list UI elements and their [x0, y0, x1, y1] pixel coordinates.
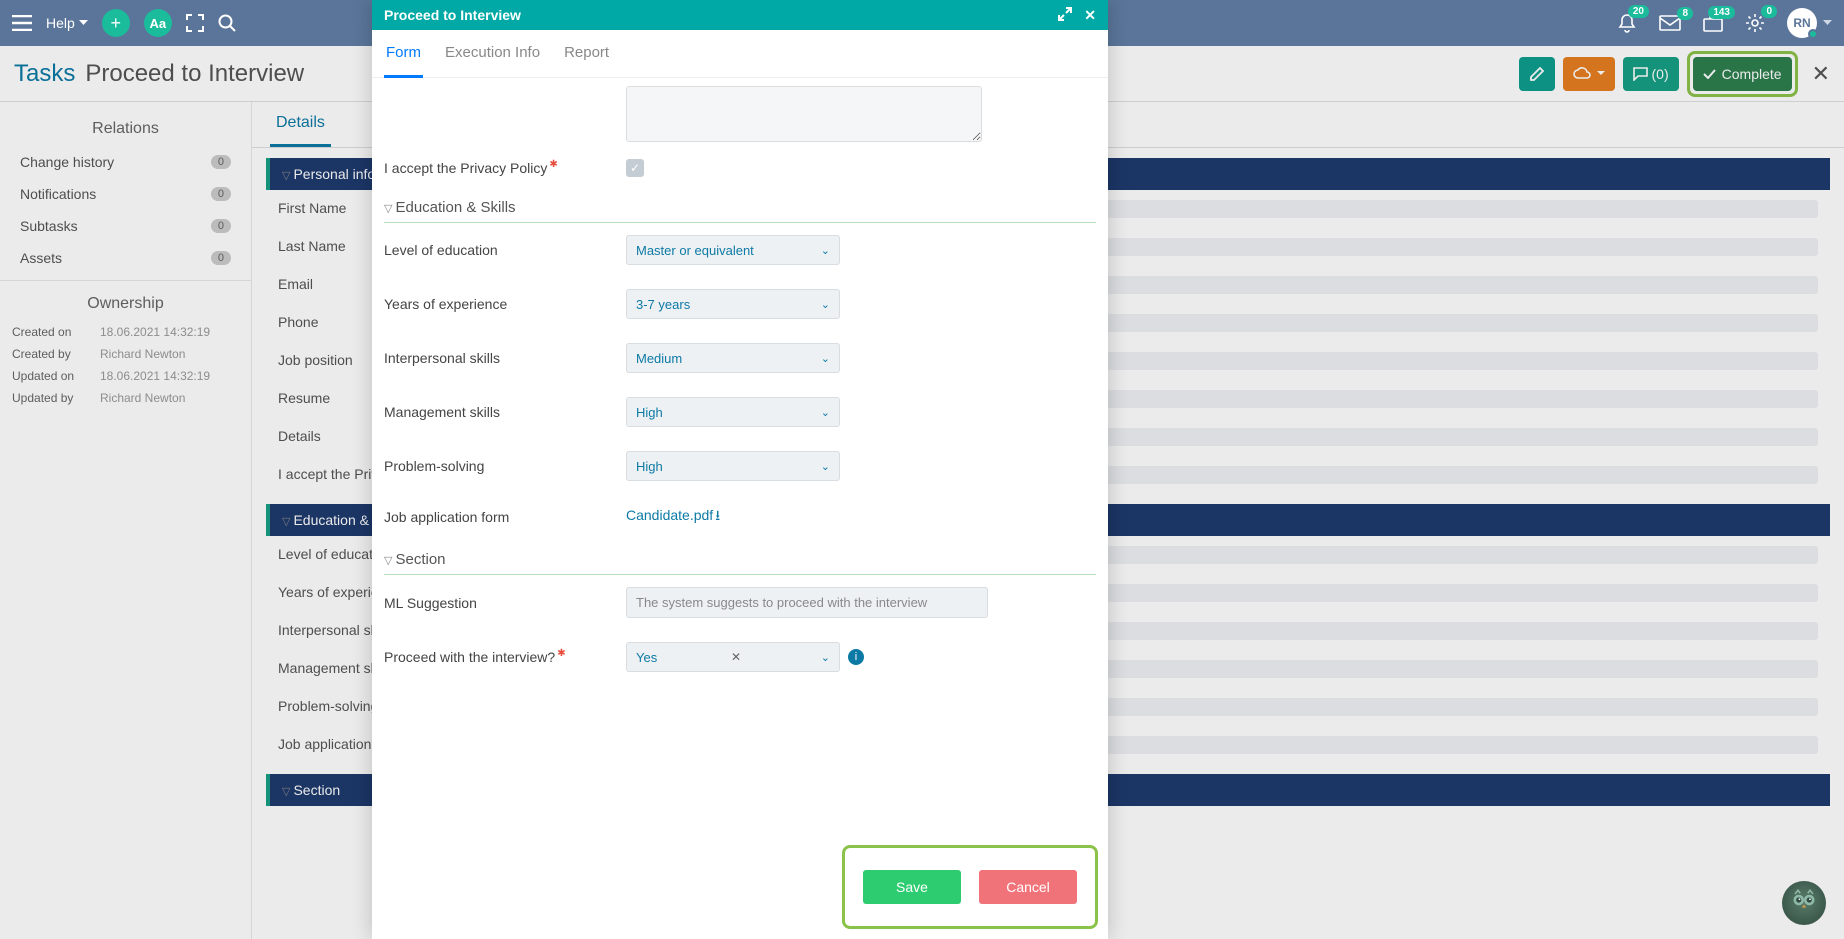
- select-prob[interactable]: High⌄: [626, 451, 840, 481]
- label-mgmt: Management skills: [384, 404, 626, 420]
- label-inter: Interpersonal skills: [384, 350, 626, 366]
- help-menu[interactable]: Help: [46, 15, 88, 31]
- details-textarea[interactable]: [626, 86, 982, 142]
- label-prob: Problem-solving: [384, 458, 626, 474]
- modal-close-icon[interactable]: ✕: [1084, 7, 1096, 24]
- assistant-owl-icon[interactable]: [1782, 881, 1826, 925]
- save-button[interactable]: Save: [863, 870, 961, 904]
- notifications-count: 20: [1628, 5, 1649, 18]
- label-level: Level of education: [384, 242, 626, 258]
- privacy-checkbox[interactable]: ✓: [626, 159, 644, 177]
- settings-icon[interactable]: 0: [1745, 13, 1765, 33]
- modal-section-section[interactable]: Section: [384, 541, 1096, 575]
- label-proceed: Proceed with the interview?: [384, 649, 626, 665]
- modal-section-edu[interactable]: Education & Skills: [384, 189, 1096, 223]
- link-jobapp[interactable]: Candidate.pdf⭳: [626, 505, 720, 529]
- mail-count: 8: [1677, 7, 1693, 20]
- cancel-button[interactable]: Cancel: [979, 870, 1077, 904]
- label-years: Years of experience: [384, 296, 626, 312]
- notifications-icon[interactable]: 20: [1617, 13, 1637, 33]
- modal-tab-report[interactable]: Report: [562, 30, 611, 77]
- settings-count: 0: [1761, 5, 1777, 18]
- avatar: RN: [1787, 8, 1817, 38]
- aa-button[interactable]: Aa: [144, 9, 172, 37]
- download-icon[interactable]: ⭳: [715, 507, 720, 523]
- select-mgmt[interactable]: High⌄: [626, 397, 840, 427]
- label-jobapp: Job application form: [384, 509, 626, 525]
- info-icon[interactable]: i: [848, 649, 864, 665]
- add-button[interactable]: +: [102, 9, 130, 37]
- topbar-left: Help + Aa: [12, 9, 236, 37]
- modal-expand-icon[interactable]: [1058, 7, 1072, 24]
- modal: Proceed to Interview ✕ Form Execution In…: [372, 0, 1108, 939]
- footer-highlight: Save Cancel: [842, 845, 1098, 929]
- select-level[interactable]: Master or equivalent⌄: [626, 235, 840, 265]
- label-ml: ML Suggestion: [384, 595, 626, 611]
- select-inter[interactable]: Medium⌄: [626, 343, 840, 373]
- topbar-right: 20 8 143 0 RN: [1617, 8, 1832, 38]
- modal-title: Proceed to Interview: [384, 7, 521, 23]
- privacy-label: I accept the Privacy Policy: [384, 160, 626, 176]
- row-privacy: I accept the Privacy Policy ✓: [384, 147, 1096, 189]
- briefcase-count: 143: [1708, 6, 1735, 19]
- search-icon[interactable]: [218, 14, 236, 32]
- briefcase-icon[interactable]: 143: [1703, 14, 1723, 32]
- modal-tabs: Form Execution Info Report: [372, 30, 1108, 78]
- modal-footer: Save Cancel: [842, 845, 1098, 929]
- select-years[interactable]: 3-7 years⌄: [626, 289, 840, 319]
- menu-icon[interactable]: [12, 15, 32, 31]
- help-label: Help: [46, 15, 75, 31]
- mail-icon[interactable]: 8: [1659, 15, 1681, 31]
- fullscreen-icon[interactable]: [186, 14, 204, 32]
- modal-body: I accept the Privacy Policy ✓ Education …: [372, 78, 1108, 939]
- readonly-ml: The system suggests to proceed with the …: [626, 587, 988, 618]
- modal-tab-form[interactable]: Form: [384, 30, 423, 78]
- modal-header: Proceed to Interview ✕: [372, 0, 1108, 30]
- select-proceed[interactable]: Yes✕⌄: [626, 642, 840, 672]
- user-menu[interactable]: RN: [1787, 8, 1832, 38]
- modal-tab-exec[interactable]: Execution Info: [443, 30, 542, 77]
- clear-proceed-icon[interactable]: ✕: [731, 650, 741, 664]
